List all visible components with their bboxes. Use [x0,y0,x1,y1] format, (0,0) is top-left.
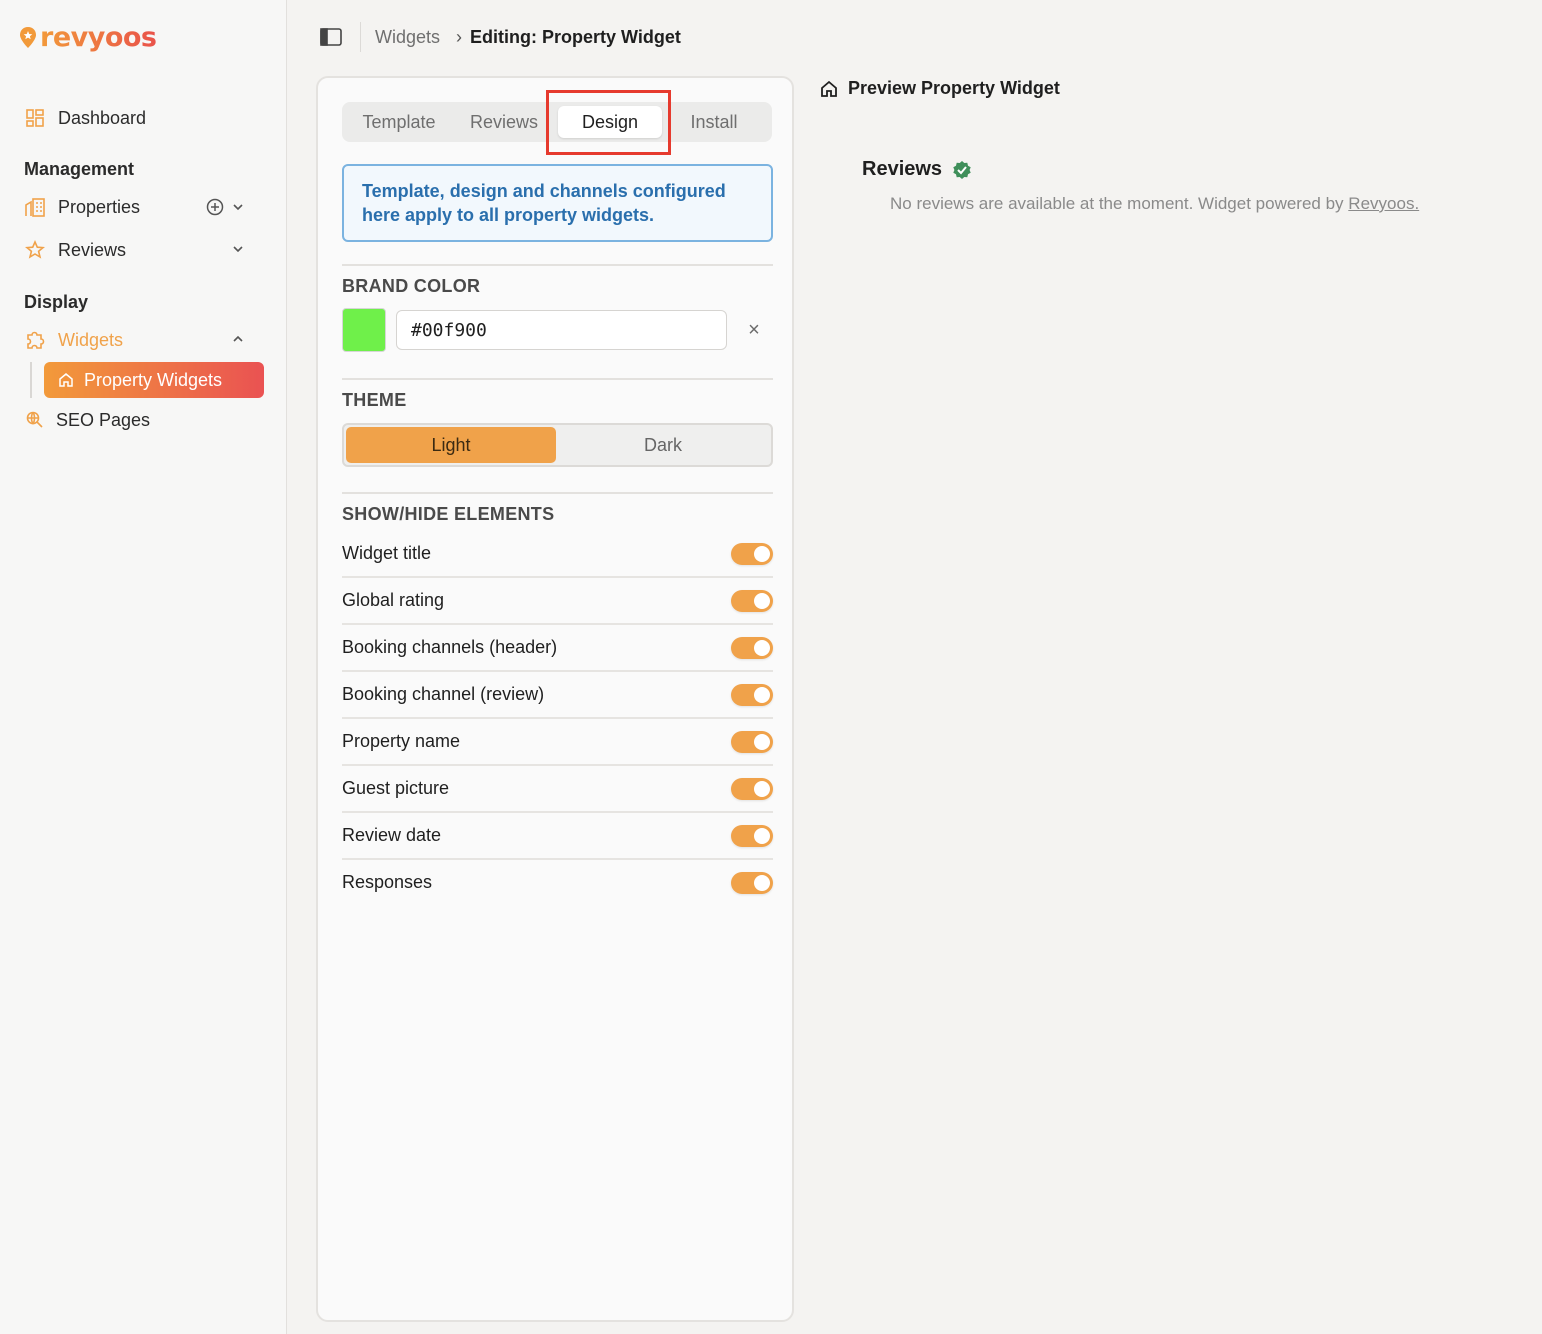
chevron-down-icon[interactable] [232,201,244,213]
show-hide-label: SHOW/HIDE ELEMENTS [342,504,555,524]
dashboard-icon [24,107,46,129]
toggle-row-booking-channel-review: Booking channel (review) [342,671,773,718]
brand-color-label: BRAND COLOR [342,276,481,296]
no-reviews-message: No reviews are available at the moment. … [890,194,1419,214]
sidebar-item-widgets[interactable]: Widgets [24,329,123,351]
toggle-row-guest-picture: Guest picture [342,765,773,812]
tab-install[interactable]: Install [666,102,762,142]
toggle-row-review-date: Review date [342,812,773,859]
properties-actions [206,198,244,216]
toggle-label: Property name [342,731,461,751]
toggle-label: Responses [342,872,433,892]
section-title-display: Display [24,292,89,312]
revyoos-link[interactable]: Revyoos. [1348,194,1419,213]
submenu-guide-line [30,362,32,398]
toggle-switch[interactable] [731,824,773,847]
design-tab-highlight-box [546,90,671,155]
brand-color-swatch[interactable] [342,308,386,352]
toggle-switch[interactable] [731,730,773,753]
toggle-row-booking-channels-header: Booking channels (header) [342,624,773,671]
sidebar-item-label: Reviews [58,239,127,260]
search-globe-icon [24,409,46,431]
location-pin-icon [20,26,36,48]
section-divider [342,378,773,380]
sidebar: revyoos Dashboard Management Properties … [0,0,287,1334]
toggle-label: Review date [342,825,442,845]
toggle-sidebar-icon[interactable] [320,28,342,46]
sidebar-item-label: SEO Pages [56,409,151,430]
star-icon [24,239,46,261]
sidebar-item-label: Dashboard [58,107,147,128]
toggle-switch[interactable] [731,542,773,565]
brand-logo[interactable]: revyoos [18,22,157,53]
preview-reviews-heading: Reviews [862,158,972,181]
toggle-switch[interactable] [731,636,773,659]
toggle-row-property-name: Property name [342,718,773,765]
toggle-row-global-rating: Global rating [342,577,773,624]
sidebar-item-label: Widgets [58,329,124,350]
preview-header: Preview Property Widget [820,78,1060,99]
toggle-label: Global rating [342,590,445,610]
sidebar-item-seo-pages[interactable]: SEO Pages [24,409,150,431]
chevron-up-icon[interactable] [232,333,244,345]
sidebar-item-property-widgets[interactable]: Property Widgets [44,362,264,398]
widgets-actions [232,333,244,345]
toggle-switch[interactable] [731,683,773,706]
toggle-label: Widget title [342,543,432,563]
sidebar-item-label: Properties [58,196,141,217]
toggle-label: Guest picture [342,778,450,798]
theme-label: THEME [342,390,407,410]
home-icon [58,372,74,388]
reviews-heading-text: Reviews [862,158,943,180]
topbar-divider [360,22,361,52]
no-reviews-text: No reviews are available at the moment. … [890,194,1344,213]
toggle-switch[interactable] [731,777,773,800]
brand-color-input[interactable] [396,310,727,350]
toggle-label: Booking channel (review) [342,684,545,704]
info-banner: Template, design and channels configured… [342,164,773,242]
section-divider [342,492,773,494]
sidebar-item-properties[interactable]: Properties [24,196,140,218]
chevron-down-icon[interactable] [232,243,244,255]
puzzle-icon [24,329,46,351]
preview-title: Preview Property Widget [848,78,1060,98]
reviews-actions [232,243,244,255]
sidebar-item-reviews[interactable]: Reviews [24,239,126,261]
section-divider [342,264,773,266]
toggle-row-responses: Responses [342,859,773,906]
toggle-label: Booking channels (header) [342,637,558,657]
home-icon [821,80,837,97]
clear-color-button[interactable]: × [744,318,764,341]
sidebar-item-dashboard[interactable]: Dashboard [24,107,146,129]
theme-dark-button[interactable]: Dark [558,427,768,463]
verified-badge-icon [953,160,971,179]
editor-panel: Template Reviews Design Install Template… [316,76,794,1322]
tab-template[interactable]: Template [342,102,456,142]
close-icon: × [748,318,760,341]
page-title: Editing: Property Widget [470,27,681,47]
toggle-row-widget-title: Widget title [342,530,773,577]
brand-name: revyoos [40,22,157,53]
theme-toggle: Light Dark [342,423,773,467]
breadcrumb-separator: › [456,27,462,47]
sidebar-item-label: Property Widgets [84,369,223,390]
building-icon [24,196,46,218]
toggle-switch[interactable] [731,871,773,894]
tab-reviews[interactable]: Reviews [456,102,552,142]
breadcrumb-widgets-link[interactable]: Widgets [375,27,440,48]
section-title-management: Management [24,159,135,179]
toggle-switch[interactable] [731,589,773,612]
add-circle-icon[interactable] [206,198,224,216]
theme-light-button[interactable]: Light [346,427,556,463]
